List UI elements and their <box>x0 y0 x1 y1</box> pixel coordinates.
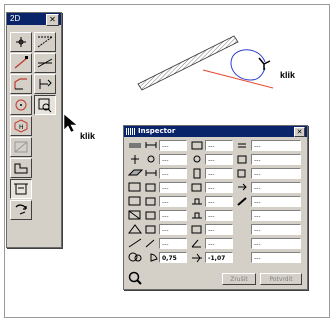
slab-icon <box>127 169 143 176</box>
column-icon <box>131 155 139 164</box>
tool-palette-2d: 2D ✕ H <box>6 12 62 248</box>
cross-hair-icon[interactable] <box>10 32 32 52</box>
diagonal-icon <box>145 239 155 248</box>
row3-field-c[interactable]: --- <box>251 168 301 179</box>
pen-icon <box>237 155 247 164</box>
mesh-icon <box>128 224 142 234</box>
box-icon <box>237 169 246 178</box>
circle-icon[interactable] <box>10 95 32 115</box>
radius-icon <box>150 253 158 262</box>
row3-field-a[interactable]: --- <box>159 168 187 179</box>
fill-icon[interactable] <box>10 137 32 157</box>
height-icon <box>191 141 203 150</box>
row8-field-b[interactable]: --- <box>205 238 233 249</box>
cursor-arrow-icon <box>63 113 78 133</box>
row3-field-b[interactable]: --- <box>205 168 233 179</box>
row7-field-b[interactable]: --- <box>205 224 233 235</box>
angle-icon <box>191 239 201 248</box>
gear-icon <box>147 155 155 163</box>
layer-icon <box>238 143 246 148</box>
row1-field-a[interactable]: --- <box>159 140 187 151</box>
row5-field-b[interactable]: --- <box>205 196 233 207</box>
door-icon <box>193 168 201 179</box>
grip-icon <box>126 128 135 135</box>
circle-tool-icon <box>128 252 142 262</box>
text-icon[interactable] <box>10 158 32 178</box>
arrow-right-icon <box>238 183 247 191</box>
pencil-icon <box>237 197 247 206</box>
svg-text:H: H <box>19 124 24 131</box>
palette-title: 2D <box>10 14 21 23</box>
line-icon[interactable] <box>10 53 32 73</box>
rotation-angle-icon <box>192 253 202 263</box>
row2-field-c[interactable]: --- <box>251 154 301 165</box>
hotspot-icon[interactable]: H <box>10 116 32 136</box>
inspector-title: Inspector <box>138 127 176 135</box>
inspector-close-button[interactable]: ✕ <box>294 127 305 137</box>
frame5-icon <box>145 225 156 234</box>
zoom-magnifier-icon[interactable] <box>128 271 142 285</box>
width-icon <box>145 170 157 176</box>
cancel-button[interactable]: Zrušit <box>222 273 256 285</box>
row2-field-b[interactable]: --- <box>205 154 233 165</box>
frame4-icon <box>145 211 156 220</box>
arc-icon[interactable] <box>34 53 56 73</box>
row4-field-b[interactable]: --- <box>205 182 233 193</box>
apply-button[interactable]: Potvrdit <box>260 273 302 285</box>
row6-field-b[interactable]: --- <box>205 210 233 221</box>
inspector-titlebar: Inspector ✕ <box>124 126 307 137</box>
row4-field-a[interactable]: --- <box>159 182 187 193</box>
roof-icon <box>128 182 141 192</box>
row1-field-b[interactable]: --- <box>205 140 233 151</box>
length-icon <box>145 142 157 148</box>
dim-icon[interactable] <box>34 74 56 94</box>
cut-icon <box>191 225 202 234</box>
inspector-window: Inspector ✕ --- --- --- --- --- --- --- … <box>123 125 308 290</box>
row9-field-b[interactable]: -1,07 <box>205 252 233 263</box>
gear2-icon <box>193 155 201 163</box>
palette-close-button[interactable]: ✕ <box>46 14 59 26</box>
wall-icon <box>129 143 141 148</box>
line-tool-icon <box>128 238 142 248</box>
elevation-icon <box>192 198 202 205</box>
row1-field-c[interactable]: --- <box>251 140 301 151</box>
row7-field-a[interactable]: --- <box>159 224 187 235</box>
rotate-icon[interactable] <box>10 200 32 220</box>
row8-field-c[interactable]: --- <box>251 238 301 249</box>
klik-annotation-drawing: klik <box>280 70 296 80</box>
polyline-icon[interactable] <box>10 74 32 94</box>
palette-titlebar: 2D ✕ <box>7 13 61 26</box>
frame-icon <box>145 183 156 192</box>
row9-field-c[interactable]: --- <box>251 252 301 263</box>
row6-field-c[interactable]: --- <box>251 210 301 221</box>
elevation2-icon <box>192 212 202 219</box>
object-icon <box>128 210 141 220</box>
label-icon[interactable] <box>10 179 32 199</box>
row5-field-a[interactable]: --- <box>159 196 187 207</box>
frame3-icon <box>145 197 156 206</box>
frame2-icon <box>191 183 202 192</box>
window-icon <box>128 196 141 206</box>
row8-field-a[interactable]: --- <box>159 238 187 249</box>
detail-icon[interactable] <box>34 95 56 115</box>
row4-field-c[interactable]: --- <box>251 182 301 193</box>
klik-annotation-palette: klik <box>80 131 96 141</box>
row6-field-a[interactable]: --- <box>159 210 187 221</box>
row5-field-c[interactable]: --- <box>251 196 301 207</box>
row9-field-a[interactable]: 0,75 <box>159 252 187 263</box>
rect-dash-icon[interactable] <box>34 32 56 52</box>
row2-field-a[interactable]: --- <box>159 154 187 165</box>
row7-field-c[interactable]: --- <box>251 224 301 235</box>
